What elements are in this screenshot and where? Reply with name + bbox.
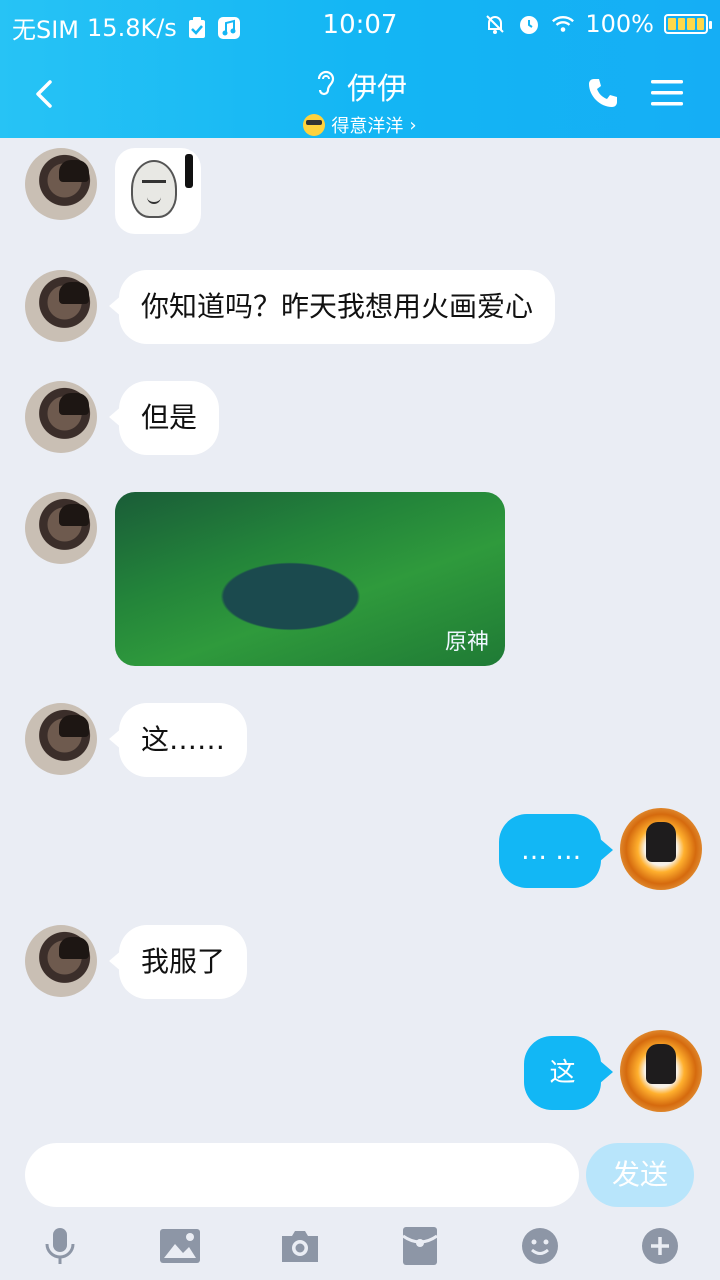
contact-status: 得意洋洋 — [331, 116, 404, 137]
bell-muted-icon — [483, 12, 507, 36]
self-avatar[interactable] — [620, 1030, 702, 1112]
contact-avatar[interactable] — [25, 381, 97, 453]
alarm-icon — [517, 12, 541, 36]
battery-percent: 100% — [585, 10, 654, 38]
sticker-message[interactable] — [115, 148, 201, 234]
chat-header: 无SIM 15.8K/s 10:07 100% 伊伊 得意洋洋 › — [0, 0, 720, 138]
self-message-bubble[interactable]: 这 — [524, 1036, 613, 1110]
contact-avatar[interactable] — [25, 703, 97, 775]
phone-call-icon[interactable] — [586, 76, 622, 112]
message-list[interactable]: 你知道吗？昨天我想用火画爱心 但是 原神 这…… … … 我服了 这 — [0, 138, 720, 1128]
contact-avatar[interactable] — [25, 148, 97, 220]
self-message-bubble[interactable]: … … — [499, 814, 613, 888]
self-avatar[interactable] — [620, 808, 702, 890]
image-message[interactable]: 原神 — [115, 492, 505, 666]
exclamation-icon — [185, 154, 193, 188]
camera-icon[interactable] — [278, 1224, 322, 1268]
chevron-right-icon: › — [409, 114, 417, 136]
message-bubble[interactable]: 我服了 — [108, 925, 248, 999]
menu-icon[interactable] — [650, 78, 686, 110]
contact-avatar[interactable] — [25, 925, 97, 997]
sunglasses-emoji-icon — [303, 114, 326, 136]
status-bar: 无SIM 15.8K/s 10:07 100% — [0, 0, 720, 50]
input-bar: 发送 — [0, 1128, 720, 1280]
send-button[interactable]: 发送 — [586, 1143, 694, 1207]
contact-avatar[interactable] — [25, 270, 97, 342]
message-bubble[interactable]: 这…… — [108, 703, 248, 777]
red-packet-icon[interactable] — [398, 1224, 442, 1268]
ear-icon — [313, 67, 337, 105]
contact-name: 伊伊 — [347, 72, 407, 107]
microphone-icon[interactable] — [38, 1224, 82, 1268]
image-icon[interactable] — [158, 1224, 202, 1268]
contact-avatar[interactable] — [25, 492, 97, 564]
battery-icon — [664, 14, 712, 34]
plus-icon[interactable] — [638, 1224, 682, 1268]
message-bubble[interactable]: 你知道吗？昨天我想用火画爱心 — [108, 270, 556, 344]
meme-face-icon — [131, 160, 177, 218]
wifi-icon — [551, 12, 575, 36]
message-input[interactable] — [25, 1143, 579, 1207]
message-bubble[interactable]: 但是 — [108, 381, 220, 455]
game-watermark: 原神 — [444, 630, 489, 655]
emoji-icon[interactable] — [518, 1224, 562, 1268]
